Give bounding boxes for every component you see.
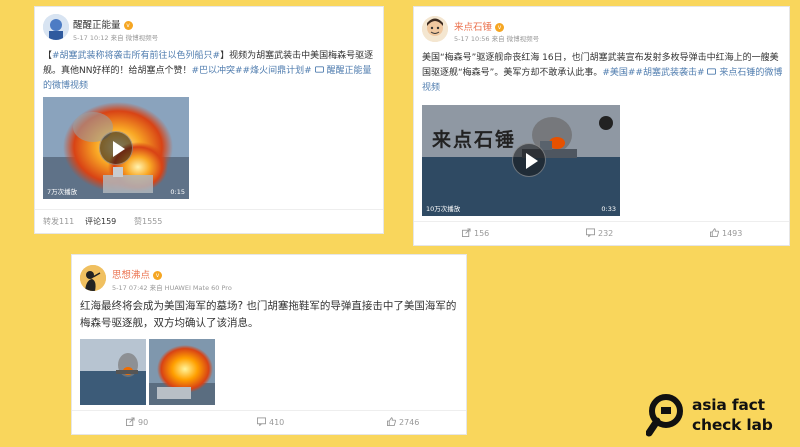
logo-text-line2: check lab xyxy=(692,416,773,434)
hashtag-link[interactable]: #美国##胡塞武装袭击# xyxy=(602,68,704,78)
weibo-post-card: 思想沸点 v 5-17 07:42 来自 HUAWEI Mate 60 Pro 红… xyxy=(71,254,467,435)
comment-button[interactable]: 410 xyxy=(257,411,284,434)
post-meta: 5-17 07:42 来自 HUAWEI Mate 60 Pro xyxy=(112,284,232,292)
username[interactable]: 来点石锤 v xyxy=(454,19,505,33)
share-icon xyxy=(462,228,471,237)
post-text-plain: 【 xyxy=(43,51,53,61)
comment-button[interactable]: 评论159 xyxy=(85,210,116,233)
magnifier-logo-icon xyxy=(646,394,683,437)
action-bar: 转发111 评论159 赞1555 xyxy=(35,209,383,233)
avatar[interactable] xyxy=(422,16,448,42)
view-count: 7万次播放 xyxy=(47,188,78,196)
post-image[interactable] xyxy=(149,339,215,405)
fire-explosion-image xyxy=(149,339,215,405)
video-link-icon xyxy=(314,66,324,73)
repost-button[interactable]: 156 xyxy=(462,222,489,245)
like-button[interactable]: 2746 xyxy=(387,411,419,434)
asia-fact-check-lab-logo: asia fact check lab xyxy=(646,392,796,442)
post-meta: 5-17 10:56 来自 微博视频号 xyxy=(454,35,540,43)
post-text: 【#胡塞武装称将袭击所有前往以色列船只#】视频为胡塞武装击中美国梅森号驱逐舰。真… xyxy=(43,49,379,94)
share-icon xyxy=(126,417,135,426)
avatar[interactable] xyxy=(43,14,69,40)
verified-badge-icon: v xyxy=(495,23,505,32)
video-link-icon xyxy=(707,68,717,75)
post-meta: 5-17 10:12 来自 微博视频号 xyxy=(73,34,159,42)
hashtag-link[interactable]: #巴以冲突##烽火间鼎计划# xyxy=(191,66,311,76)
comment-icon xyxy=(586,228,595,237)
video-duration: 0:33 xyxy=(601,205,616,213)
video-watermark: 来点石锤 xyxy=(432,129,517,151)
verified-badge-icon: v xyxy=(123,21,133,30)
comment-button[interactable]: 232 xyxy=(586,222,613,245)
play-button[interactable] xyxy=(99,131,133,165)
username[interactable]: 醒醒正能量 v xyxy=(73,17,133,31)
weibo-post-card: 来点石锤 v 5-17 10:56 来自 微博视频号 美国“梅森号”驱逐舰命丧红海… xyxy=(413,6,790,246)
thumbs-up-icon xyxy=(710,228,719,237)
weibo-post-card: 醒醒正能量 v 5-17 10:12 来自 微博视频号 【#胡塞武装称将袭击所有前… xyxy=(34,6,384,234)
play-button[interactable] xyxy=(512,143,546,177)
hashtag-link[interactable]: #胡塞武装称将袭击所有前往以色列船只# xyxy=(52,51,220,61)
like-button[interactable]: 赞1555 xyxy=(134,210,162,233)
thumbs-up-icon xyxy=(387,417,396,426)
action-bar: 90 410 2746 xyxy=(72,410,466,434)
post-text: 美国“梅森号”驱逐舰命丧红海 16日，也门胡塞武装宣布发射多枚导弹击中红海上的一… xyxy=(422,51,784,96)
view-count: 10万次播放 xyxy=(426,205,461,213)
video-duration: 0:15 xyxy=(170,188,185,196)
repost-button[interactable]: 转发111 xyxy=(43,210,74,233)
logo-text-line1: asia fact xyxy=(692,396,765,414)
verified-badge-icon: v xyxy=(153,271,163,280)
post-text: 红海最终将会成为美国海军的墓场? 也门胡塞拖鞋军的导弹直接击中了美国海军的梅森号… xyxy=(80,300,457,329)
video-player[interactable]: 来点石锤 10万次播放 0:33 xyxy=(422,105,620,216)
like-button[interactable]: 1493 xyxy=(710,222,742,245)
post-image[interactable] xyxy=(80,339,146,405)
avatar[interactable] xyxy=(80,265,106,291)
username[interactable]: 思想沸点 v xyxy=(112,267,163,281)
video-player[interactable]: 7万次播放 0:15 xyxy=(43,97,189,199)
action-bar: 156 232 1493 xyxy=(414,221,789,245)
repost-button[interactable]: 90 xyxy=(126,411,148,434)
comment-icon xyxy=(257,417,266,426)
ship-explosion-image xyxy=(80,339,146,405)
